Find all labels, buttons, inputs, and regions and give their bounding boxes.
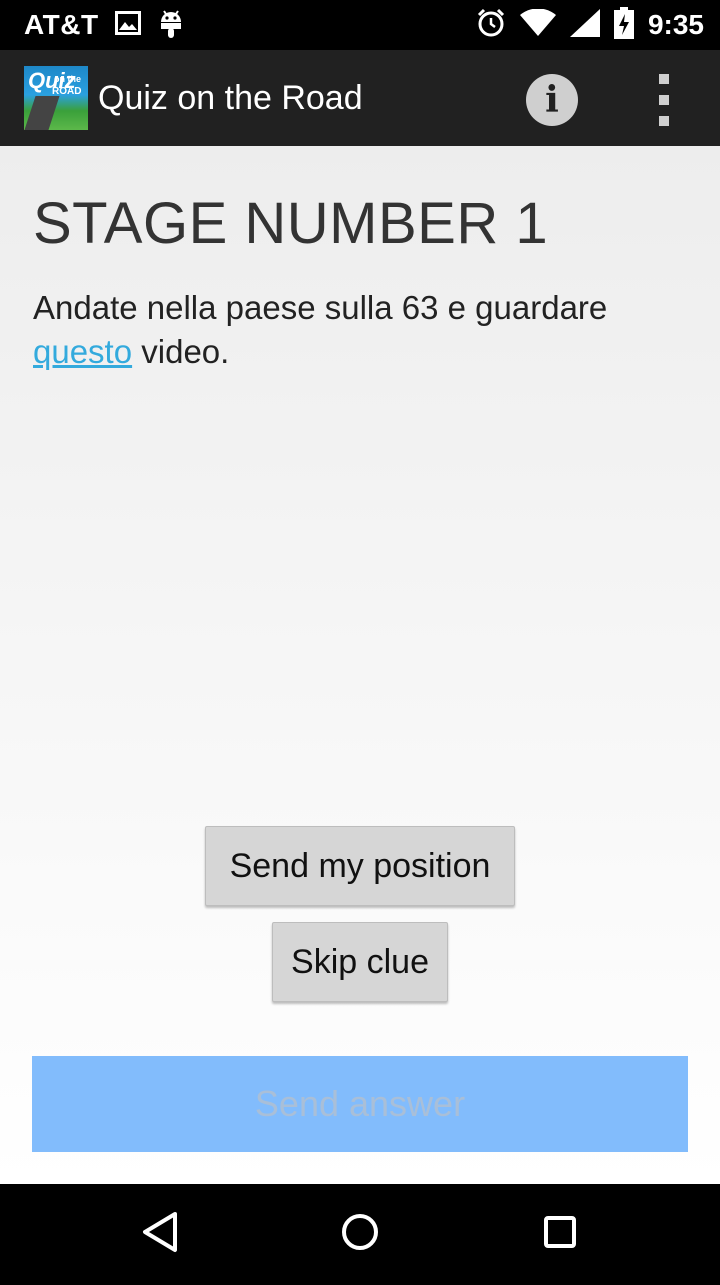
info-icon[interactable]: i — [526, 74, 578, 126]
clue-text-before: Andate nella paese sulla 63 e guardare — [33, 289, 608, 326]
stage-content: STAGE NUMBER 1 Andate nella paese sulla … — [0, 146, 720, 1184]
android-icon — [157, 8, 185, 43]
send-answer-button[interactable]: Send answer — [32, 1056, 688, 1152]
home-icon[interactable] — [312, 1184, 408, 1280]
send-position-button[interactable]: Send my position — [205, 826, 515, 906]
status-bar: AT&T 9:35 — [0, 0, 720, 50]
app-logo-icon[interactable]: Quiz on the ROAD — [24, 66, 88, 130]
stage-title: STAGE NUMBER 1 — [33, 191, 549, 256]
back-icon[interactable] — [112, 1184, 208, 1280]
signal-icon — [569, 8, 600, 42]
recents-icon[interactable] — [512, 1184, 608, 1280]
skip-clue-button[interactable]: Skip clue — [272, 922, 448, 1002]
navigation-bar — [0, 1184, 720, 1280]
alarm-icon — [476, 8, 506, 43]
wifi-icon — [519, 7, 556, 42]
clue-text-after: video. — [132, 333, 230, 370]
image-icon — [114, 10, 141, 40]
app-title: Quiz on the Road — [98, 79, 363, 117]
carrier-label: AT&T — [24, 9, 99, 40]
clue-video-link[interactable]: questo — [33, 333, 132, 370]
action-bar: Quiz on the ROAD Quiz on the Road i — [0, 50, 720, 146]
clock-time: 9:35 — [647, 9, 704, 40]
clue-text: Andate nella paese sulla 63 e guardare q… — [33, 286, 683, 374]
overflow-menu-icon[interactable] — [644, 72, 684, 128]
battery-charging-icon — [613, 6, 634, 44]
